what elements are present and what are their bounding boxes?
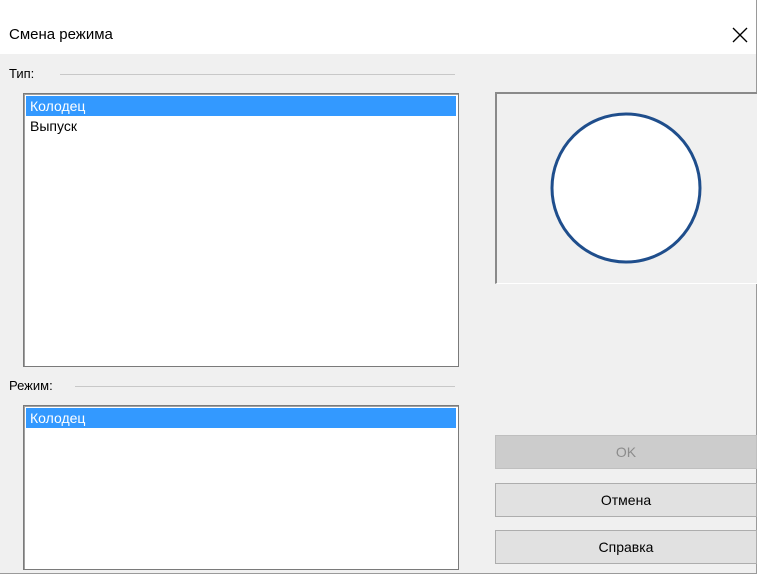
preview-canvas [550, 112, 702, 264]
ok-button[interactable]: OK [495, 435, 757, 469]
change-mode-dialog: Смена режима Тип: Колодец Выпуск Режим: … [0, 0, 757, 574]
mode-group-label: Режим: [9, 378, 57, 393]
well-circle-symbol [550, 112, 702, 264]
help-button[interactable]: Справка [495, 530, 757, 564]
type-group-separator [60, 74, 455, 75]
cancel-button[interactable]: Отмена [495, 483, 757, 517]
mode-listbox[interactable]: Колодец [23, 405, 459, 570]
type-list-item-2[interactable]: Выпуск [26, 116, 456, 136]
close-button[interactable] [728, 23, 752, 47]
mode-group-separator [75, 386, 455, 387]
type-listbox[interactable]: Колодец Выпуск [23, 93, 459, 367]
close-icon [732, 27, 748, 43]
preview-panel [495, 92, 757, 284]
title-bar: Смена режима [0, 0, 756, 54]
type-list-item-1[interactable]: Колодец [26, 96, 456, 116]
type-group-label: Тип: [9, 66, 39, 81]
mode-list-item-1[interactable]: Колодец [26, 408, 456, 428]
dialog-title: Смена режима [9, 26, 113, 43]
